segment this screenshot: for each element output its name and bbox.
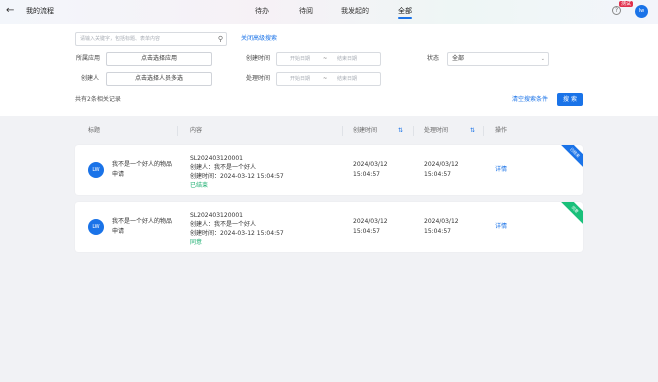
created-time-range[interactable]: 开始日期 ~ 结束日期: [276, 52, 381, 66]
back-arrow-icon[interactable]: ←: [6, 5, 14, 17]
record-status: 同意: [190, 239, 203, 246]
record-status: 已结束: [190, 182, 209, 189]
status-label: 状态: [427, 55, 440, 62]
range-separator: ~: [323, 56, 328, 62]
tab-to-read[interactable]: 待阅: [299, 6, 313, 16]
column-created-time: 创建时间: [353, 127, 378, 134]
create-time: 15:04:57: [353, 228, 380, 235]
search-field[interactable]: ⚲: [75, 32, 227, 46]
app-label: 所属应用: [76, 55, 101, 62]
handle-time: 15:04:57: [424, 171, 451, 178]
column-divider: [483, 126, 484, 136]
status-select[interactable]: 全部 ⌄: [447, 52, 549, 66]
column-divider: [177, 126, 178, 136]
handled-time-range[interactable]: 开始日期 ~ 结束日期: [276, 72, 381, 86]
record-handle-time: 2024/03/12 15:04:57: [424, 160, 459, 180]
create-date: 2024/03/12: [353, 218, 388, 225]
record-title: 我不是一个好人的物品申请: [112, 218, 173, 235]
search-icon[interactable]: ⚲: [218, 33, 223, 45]
tab-todo[interactable]: 待办: [255, 6, 269, 16]
help-icon[interactable]: ?: [612, 6, 621, 15]
record-create-time: 2024/03/12 15:04:57: [353, 217, 388, 237]
column-divider: [413, 126, 414, 136]
clear-filters-link[interactable]: 清空搜索条件: [512, 96, 548, 104]
created-end-placeholder: 结束日期: [337, 56, 358, 62]
created-time-label: 创建时间: [246, 55, 271, 62]
toggle-advanced-search-link[interactable]: 关闭高级搜索: [241, 35, 277, 43]
record-count: 共有2条相关记录: [75, 96, 121, 103]
record-creator: 创建人：我不是一个好人: [190, 164, 257, 171]
detail-link[interactable]: 详情: [495, 166, 507, 174]
search-input[interactable]: [80, 34, 210, 44]
handle-time: 15:04:57: [424, 228, 451, 235]
range-separator: ~: [323, 76, 328, 82]
env-badge: 测试: [619, 1, 634, 7]
sort-icon[interactable]: ⇅: [470, 127, 475, 135]
page-title: 我的流程: [26, 7, 54, 15]
tab-all[interactable]: 全部: [398, 6, 412, 16]
record-title: 我不是一个好人的物品申请: [112, 161, 173, 178]
record-create-time: 2024/03/12 15:04:57: [353, 160, 388, 180]
column-content: 内容: [190, 127, 203, 134]
column-divider: [342, 126, 343, 136]
status-ribbon: 同意: [556, 202, 583, 229]
record-serial: SL202403120001: [190, 212, 243, 219]
top-bar: ← 我的流程 待办 待阅 我发起的 全部 ? 测试 lw: [0, 0, 658, 24]
created-start-placeholder: 开始日期: [290, 56, 311, 62]
creator-label: 创建人: [81, 75, 100, 82]
handled-time-label: 处理时间: [246, 75, 271, 82]
status-value: 全部: [452, 55, 465, 62]
avatar: LW: [88, 219, 104, 235]
tab-initiated[interactable]: 我发起的: [341, 6, 369, 16]
record-handle-time: 2024/03/12 15:04:57: [424, 217, 459, 237]
handled-end-placeholder: 结束日期: [337, 76, 358, 82]
record-created-at: 创建时间：2024-03-12 15:04:57: [190, 173, 284, 180]
column-handled-time: 处理时间: [424, 127, 449, 134]
handled-start-placeholder: 开始日期: [290, 76, 311, 82]
column-actions: 操作: [495, 127, 508, 134]
record-card[interactable]: LW 我不是一个好人的物品申请 SL202403120001 创建人：我不是一个…: [75, 145, 583, 195]
column-title: 标题: [88, 127, 101, 134]
handle-date: 2024/03/12: [424, 161, 459, 168]
select-creator-button[interactable]: 点击选择人员多选: [106, 72, 212, 86]
select-app-button[interactable]: 点击选择应用: [106, 52, 212, 66]
chevron-down-icon: ⌄: [540, 56, 545, 62]
active-tab-indicator: [398, 17, 412, 19]
sort-icon[interactable]: ⇅: [398, 127, 403, 135]
record-created-at: 创建时间：2024-03-12 15:04:57: [190, 230, 284, 237]
create-time: 15:04:57: [353, 171, 380, 178]
status-ribbon: 已结束: [556, 145, 583, 172]
record-card[interactable]: LW 我不是一个好人的物品申请 SL202403120001 创建人：我不是一个…: [75, 202, 583, 252]
handle-date: 2024/03/12: [424, 218, 459, 225]
avatar: LW: [88, 162, 104, 178]
record-serial: SL202403120001: [190, 155, 243, 162]
user-avatar[interactable]: lw: [635, 5, 648, 18]
record-creator: 创建人：我不是一个好人: [190, 221, 257, 228]
table-header: 标题 内容 创建时间 ⇅ 处理时间 ⇅ 操作: [75, 124, 583, 138]
detail-link[interactable]: 详情: [495, 223, 507, 231]
search-button[interactable]: 搜 索: [557, 93, 583, 106]
create-date: 2024/03/12: [353, 161, 388, 168]
